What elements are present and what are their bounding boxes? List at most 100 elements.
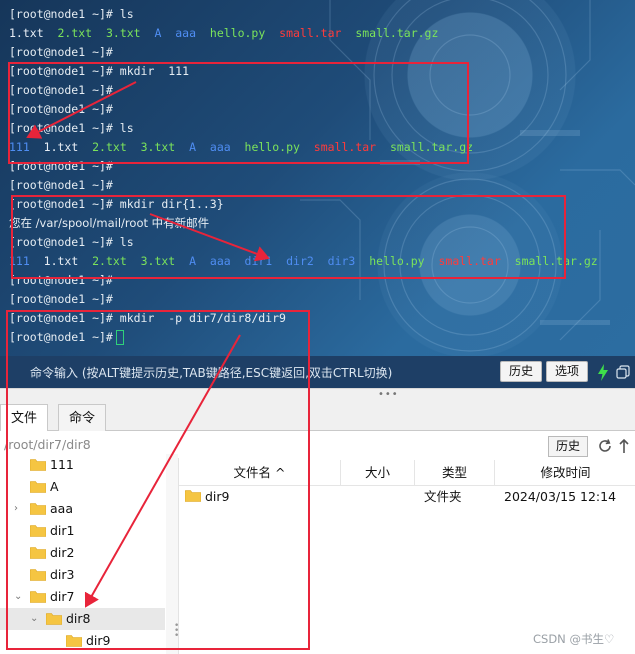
ls-entry: aaa (209, 140, 231, 154)
file-list: 文件名 ^ 大小 类型 修改时间 dir9 文件夹 2024/03/15 12:… (178, 458, 635, 654)
terminal-prompt-line: [root@node1 ~]# (9, 157, 113, 176)
terminal-prompt: [root@node1 ~]# (9, 273, 113, 287)
terminal-prompt-line: [root@node1 ~]# mkdir 111 (9, 62, 189, 81)
ls-entry: hello.py (369, 254, 425, 268)
tree-item-111[interactable]: 111 (0, 454, 165, 476)
folder-icon (30, 547, 46, 559)
ls-entry: A (189, 140, 197, 154)
terminal-prompt-line: [root@node1 ~]# ls (9, 233, 134, 252)
ls-entry: aaa (175, 26, 197, 40)
upload-icon[interactable] (618, 438, 630, 454)
terminal-prompt: [root@node1 ~]# (9, 64, 113, 78)
terminal-prompt: [root@node1 ~]# (9, 159, 113, 173)
current-path[interactable]: /root/dir7/dir8 (4, 437, 91, 452)
folder-icon (30, 503, 46, 515)
terminal-prompt: [root@node1 ~]# (9, 178, 113, 192)
terminal-cursor (115, 330, 124, 345)
tree-item-dir3[interactable]: dir3 (0, 564, 165, 586)
chevron-down-icon[interactable]: ⌄ (30, 608, 40, 630)
lightning-icon[interactable] (597, 364, 609, 381)
tree-item-label: aaa (50, 501, 73, 516)
panel-tabs: 文件 命令 (0, 402, 635, 433)
ls-entry: dir2 (286, 254, 314, 268)
folder-icon (30, 569, 46, 581)
tree-item-aaa[interactable]: › aaa (0, 498, 165, 520)
tree-item-label: dir8 (66, 611, 91, 626)
ls-entry: 2.txt (92, 254, 127, 268)
terminal-prompt: [root@node1 ~]# (9, 7, 113, 21)
terminal-prompt-line: [root@node1 ~]# (9, 100, 113, 119)
command-history-button[interactable]: 历史 (500, 361, 543, 382)
chevron-right-icon[interactable]: › (14, 498, 24, 520)
tree-item-label: 111 (50, 457, 74, 472)
terminal-prompt: [root@node1 ~]# (9, 311, 113, 325)
terminal-prompt-line: [root@node1 ~]# (9, 271, 113, 290)
chevron-down-icon[interactable]: ⌄ (14, 586, 24, 608)
terminal-prompt-line: [root@node1 ~]# mkdir -p dir7/dir8/dir9 (9, 309, 286, 328)
tree-item-dir2[interactable]: dir2 (0, 542, 165, 564)
column-header-size[interactable]: 大小 (341, 460, 415, 486)
terminal-prompt: [root@node1 ~]# (9, 235, 113, 249)
terminal-command: ls (112, 7, 134, 21)
ls-entry: 111 (9, 140, 30, 154)
terminal-command: mkdir 111 (112, 64, 190, 78)
watermark: CSDN @书生♡ (533, 632, 615, 646)
directory-tree: 111 A › aaa dir1 dir2 dir3 ⌄ dir7 ⌄ dir8 dir9 (0, 454, 165, 654)
file-type: 文件夹 (424, 489, 462, 504)
refresh-icon[interactable] (597, 438, 613, 454)
terminal-ls-output: 1.txt 2.txt 3.txt A aaa hello.py small.t… (9, 24, 438, 43)
terminal-prompt: [root@node1 ~]# (9, 45, 113, 59)
folder-icon (30, 481, 46, 493)
command-options-button[interactable]: 选项 (546, 361, 589, 382)
ls-entry: small.tar.gz (514, 254, 598, 268)
tab-commands[interactable]: 命令 (58, 404, 107, 432)
ls-entry: 3.txt (105, 26, 141, 40)
tree-item-dir1[interactable]: dir1 (0, 520, 165, 542)
terminal-prompt-line: [root@node1 ~]# ls (9, 5, 134, 24)
terminal-command: ls (112, 235, 134, 249)
command-input-bar[interactable]: 命令输入 (按ALT键提示历史,TAB键路径,ESC键返回,双击CTRL切换) … (0, 356, 635, 388)
ls-entry: 2.txt (57, 26, 93, 40)
column-header-mtime[interactable]: 修改时间 (495, 460, 635, 486)
terminal-panel[interactable]: [root@node1 ~]# ls 1.txt 2.txt 3.txt A aa… (0, 0, 635, 356)
path-history-button[interactable]: 历史 (548, 436, 589, 457)
tree-item-label: dir9 (86, 633, 111, 648)
ls-entry: small.tar (279, 26, 342, 40)
tree-item-dir9[interactable]: dir9 (0, 630, 165, 652)
ls-entry: hello.py (209, 26, 266, 40)
ls-entry: A (154, 26, 162, 40)
terminal-prompt-line: [root@node1 ~]# ls (9, 119, 134, 138)
ls-entry: 3.txt (140, 140, 176, 154)
folder-icon (66, 635, 82, 647)
terminal-prompt-line: [root@node1 ~]# (9, 81, 113, 100)
folder-icon (185, 490, 201, 502)
folder-icon (30, 525, 46, 537)
terminal-prompt: [root@node1 ~]# (9, 197, 113, 211)
terminal-prompt-line: [root@node1 ~]# mkdir dir{1..3} (9, 195, 224, 214)
folder-icon (30, 459, 46, 471)
ls-entry: aaa (209, 254, 231, 268)
tree-item-label: dir1 (50, 523, 75, 538)
panel-splitter[interactable]: ••• (0, 388, 635, 402)
ls-entry: dir3 (327, 254, 356, 268)
terminal-command: mkdir dir{1..3} (112, 197, 224, 211)
column-header-type[interactable]: 类型 (415, 460, 495, 486)
tree-item-A[interactable]: A (0, 476, 165, 498)
ls-entry: 1.txt (9, 26, 44, 40)
tab-files[interactable]: 文件 (0, 404, 49, 433)
tree-item-dir8[interactable]: ⌄ dir8 (0, 608, 165, 630)
column-header-name[interactable]: 文件名 ^ (179, 460, 341, 486)
terminal-command: ls (112, 121, 134, 135)
file-mtime: 2024/03/15 12:14 (504, 489, 617, 504)
file-row[interactable]: dir9 文件夹 2024/03/15 12:14 (179, 486, 635, 508)
copy-icon[interactable] (616, 365, 630, 379)
terminal-ls-output: 111 1.txt 2.txt 3.txt A aaa hello.py sma… (9, 138, 473, 157)
command-input-hint[interactable]: 命令输入 (按ALT键提示历史,TAB键路径,ESC键返回,双击CTRL切换) (30, 364, 392, 381)
splitter-grip-icon[interactable]: ••• (378, 389, 399, 400)
terminal-prompt: [root@node1 ~]# (9, 121, 113, 135)
terminal-prompt: [root@node1 ~]# (9, 292, 113, 306)
terminal-ls-output: 111 1.txt 2.txt 3.txt A aaa dir1 dir2 di… (9, 252, 598, 271)
ls-entry: small.tar (313, 140, 377, 154)
terminal-prompt-line: [root@node1 ~]# (9, 176, 113, 195)
tree-item-dir7[interactable]: ⌄ dir7 (0, 586, 165, 608)
